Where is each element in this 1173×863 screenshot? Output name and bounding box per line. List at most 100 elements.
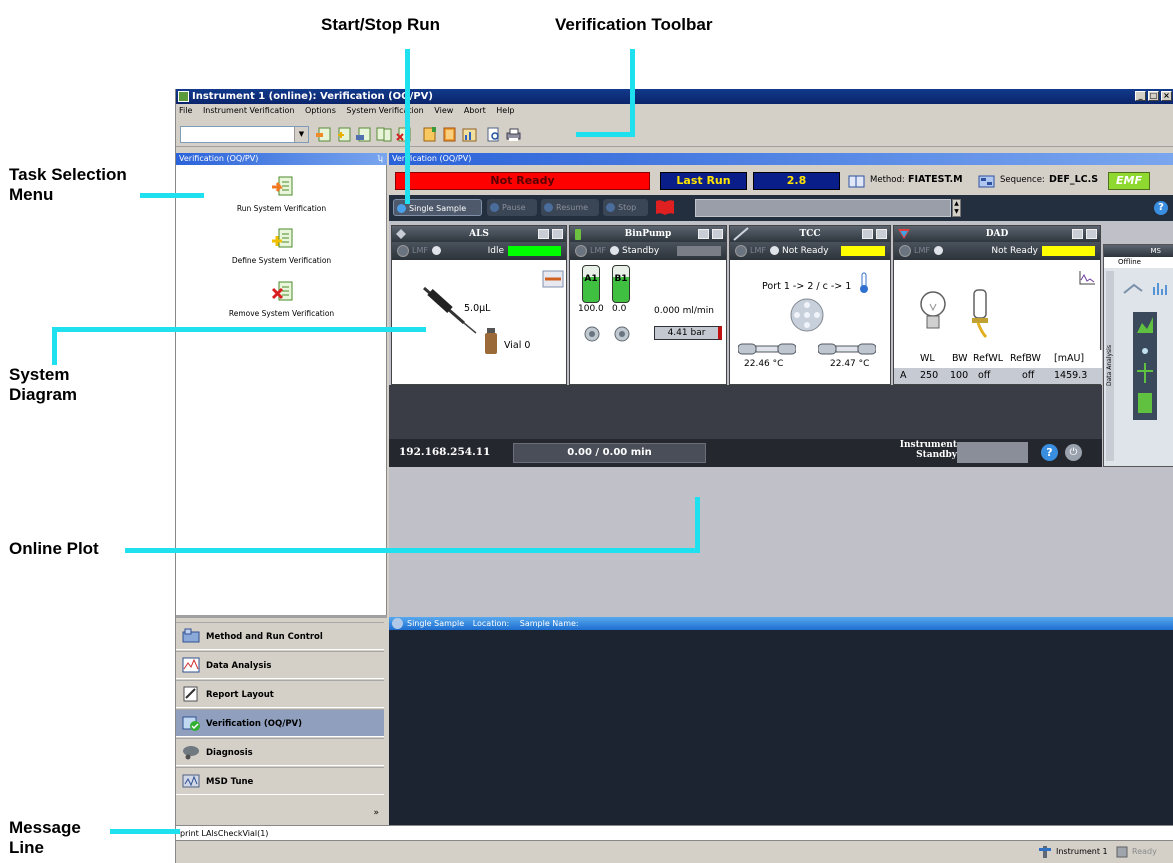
instrument-help-icon[interactable]: ? bbox=[1041, 444, 1058, 461]
binpump-module[interactable]: BinPump LMF Standby A1 B1 100.0 0.0 0.00… bbox=[569, 225, 727, 385]
pump-head-a-icon bbox=[584, 326, 600, 342]
valve-icon bbox=[790, 298, 824, 332]
collapse-icon[interactable] bbox=[392, 618, 403, 629]
run-info-spinner[interactable]: ▲ ▼ bbox=[952, 199, 961, 217]
tcc-status: Not Ready bbox=[782, 246, 829, 256]
pump-maximize-icon[interactable] bbox=[712, 229, 723, 239]
print-preview-icon[interactable] bbox=[485, 126, 502, 143]
menu-instrument-verification[interactable]: Instrument Verification bbox=[203, 106, 295, 115]
als-maximize-icon[interactable] bbox=[552, 229, 563, 239]
menu-file[interactable]: File bbox=[179, 106, 192, 115]
tcc-lmf: LMF bbox=[750, 246, 766, 255]
emf-badge[interactable]: EMF bbox=[1108, 172, 1150, 190]
nav-verification[interactable]: Verification (OQ/PV) bbox=[176, 709, 384, 737]
als-header: ALS bbox=[392, 226, 566, 242]
expand-chevron-icon[interactable]: » bbox=[373, 808, 379, 818]
online-plot[interactable] bbox=[389, 630, 1173, 825]
single-sample-icon bbox=[397, 204, 406, 213]
maximize-icon[interactable]: □ bbox=[1148, 91, 1159, 101]
nav-label: Report Layout bbox=[206, 690, 274, 700]
toolbar-combo[interactable]: ▼ bbox=[180, 126, 309, 143]
dad-table-row: A 250 100 off off 1459.3 bbox=[894, 368, 1102, 384]
book-icon[interactable] bbox=[441, 126, 458, 143]
sequence-label: Sequence: bbox=[1000, 175, 1045, 185]
dad-refbw: off bbox=[1022, 370, 1035, 381]
minimize-icon[interactable]: _ bbox=[1135, 91, 1146, 101]
report-icon[interactable] bbox=[421, 126, 438, 143]
resume-button[interactable]: Resume bbox=[541, 199, 599, 216]
stop-button[interactable]: Stop bbox=[603, 199, 648, 216]
verification-toolbar: ▼ bbox=[176, 117, 1173, 147]
menu-system-verification[interactable]: System Verification bbox=[346, 106, 423, 115]
als-status: Idle bbox=[487, 246, 504, 256]
nav-data-analysis[interactable]: Data Analysis bbox=[176, 651, 384, 679]
dad-status-bar: LMF Not Ready bbox=[894, 242, 1100, 260]
dad-minimize-icon[interactable] bbox=[1072, 229, 1083, 239]
nav-method-run-control[interactable]: Method and Run Control bbox=[176, 622, 384, 650]
thermometer-icon bbox=[860, 272, 868, 293]
tcc-power-icon[interactable] bbox=[735, 245, 747, 257]
vial-icon bbox=[485, 328, 497, 354]
als-module[interactable]: ALS LMF Idle 5.0µL Vial 0 bbox=[391, 225, 567, 385]
red-book-icon[interactable] bbox=[655, 199, 675, 216]
message-line[interactable]: print LAlsCheckVial(1) bbox=[176, 825, 1173, 841]
chart-icon[interactable] bbox=[461, 126, 478, 143]
tcc-minimize-icon[interactable] bbox=[862, 229, 873, 239]
compare-verification-icon[interactable] bbox=[375, 126, 392, 143]
instrument-state-line1: Instrument bbox=[899, 440, 957, 450]
close-icon[interactable]: × bbox=[1161, 91, 1172, 101]
als-power-icon[interactable] bbox=[397, 245, 409, 257]
sequence-value[interactable]: DEF_LC.S bbox=[1049, 174, 1098, 185]
task-label: Remove System Verification bbox=[228, 309, 335, 318]
task-run-system-verification[interactable]: Run System Verification bbox=[176, 175, 387, 213]
callout-line-system-h bbox=[52, 327, 426, 332]
run-system-verification-icon bbox=[271, 176, 292, 196]
ms-module[interactable]: MS Offline Data Analysis bbox=[1103, 244, 1173, 467]
run-info-field[interactable] bbox=[695, 199, 951, 217]
dad-module[interactable]: DAD LMF Not Ready WL BW RefWL RefBW [mAU… bbox=[893, 225, 1102, 385]
tcc-module[interactable]: TCC LMF Not Ready Port 1 -> 2 / c -> 1 2… bbox=[729, 225, 891, 385]
not-ready-status: Not Ready bbox=[395, 172, 650, 190]
bottle-a1: A1 bbox=[582, 265, 600, 303]
sequence-icon[interactable] bbox=[978, 175, 995, 188]
pump-minimize-icon[interactable] bbox=[698, 229, 709, 239]
resume-label: Resume bbox=[556, 203, 589, 212]
nav-report-layout[interactable]: Report Layout bbox=[176, 680, 384, 708]
pump-power-icon[interactable] bbox=[575, 245, 587, 257]
dad-power-icon[interactable] bbox=[899, 245, 911, 257]
instrument-power-icon[interactable]: ⏻ bbox=[1065, 444, 1082, 461]
pin-icon[interactable]: ʮ bbox=[378, 153, 383, 165]
help-icon[interactable]: ? bbox=[1154, 201, 1168, 215]
instrument-state-indicator bbox=[957, 442, 1028, 463]
define-verification-icon[interactable] bbox=[335, 126, 352, 143]
task-label: Define System Verification bbox=[231, 256, 332, 265]
method-value[interactable]: FIATEST.M bbox=[908, 174, 963, 185]
als-lmf: LMF bbox=[412, 246, 428, 255]
als-minimize-icon[interactable] bbox=[538, 229, 549, 239]
als-volume: 5.0µL bbox=[464, 303, 491, 314]
menu-abort[interactable]: Abort bbox=[464, 106, 486, 115]
edit-verification-icon[interactable] bbox=[355, 126, 372, 143]
method-book-icon[interactable] bbox=[848, 175, 865, 188]
callout-message-line2: Line bbox=[9, 838, 44, 857]
menu-options[interactable]: Options bbox=[305, 106, 336, 115]
run-verification-icon[interactable] bbox=[315, 126, 332, 143]
ms-status: Offline bbox=[1104, 257, 1173, 268]
print-icon[interactable] bbox=[505, 126, 522, 143]
nav-msd-tune[interactable]: MSD Tune bbox=[176, 767, 384, 795]
als-tray-icon[interactable] bbox=[542, 270, 564, 288]
menu-view[interactable]: View bbox=[434, 106, 453, 115]
resume-icon bbox=[544, 203, 553, 212]
tcc-maximize-icon[interactable] bbox=[876, 229, 887, 239]
menu-help[interactable]: Help bbox=[496, 106, 514, 115]
chevron-down-icon[interactable]: ▼ bbox=[294, 127, 308, 142]
dad-refwl: off bbox=[978, 370, 991, 381]
nav-diagnosis[interactable]: Diagnosis bbox=[176, 738, 384, 766]
pause-label: Pause bbox=[502, 203, 526, 212]
pause-button[interactable]: Pause bbox=[487, 199, 537, 216]
ms-side-tab[interactable]: Data Analysis bbox=[1106, 271, 1114, 461]
dad-maximize-icon[interactable] bbox=[1086, 229, 1097, 239]
task-remove-system-verification[interactable]: Remove System Verification bbox=[176, 280, 387, 318]
spectrum-icon[interactable] bbox=[1078, 270, 1096, 286]
task-define-system-verification[interactable]: Define System Verification bbox=[176, 227, 387, 265]
